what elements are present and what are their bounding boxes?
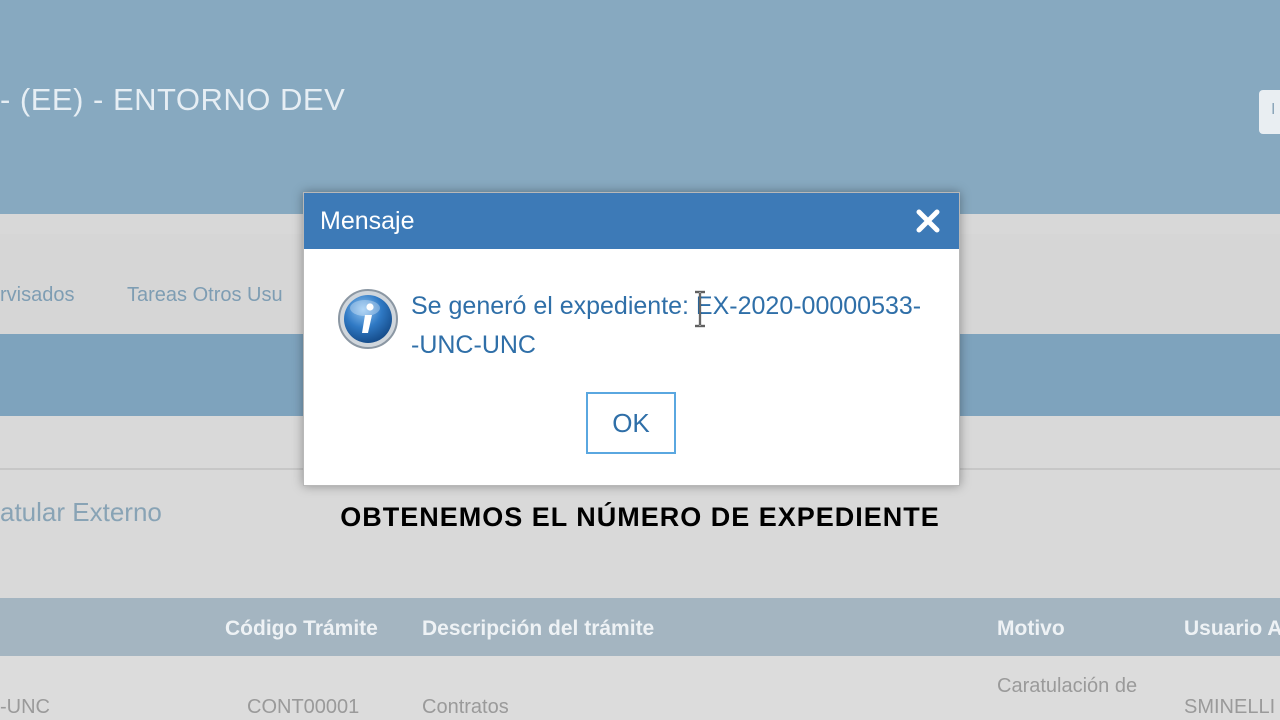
- close-button[interactable]: [910, 203, 946, 239]
- column-header-usuario[interactable]: Usuario A: [1184, 617, 1280, 641]
- text-cursor-icon: [695, 290, 705, 328]
- close-icon[interactable]: [910, 203, 946, 239]
- dialog-message-line-2: -UNC-UNC: [411, 331, 536, 359]
- table-header: Código Trámite Descripción del trámite M…: [0, 598, 1280, 656]
- dialog-titlebar[interactable]: Mensaje: [304, 193, 959, 249]
- dialog-title: Mensaje: [320, 207, 415, 235]
- ok-button[interactable]: OK: [586, 392, 676, 454]
- column-header-codigo[interactable]: Código Trámite: [225, 617, 378, 641]
- column-header-motivo[interactable]: Motivo: [997, 617, 1065, 641]
- table-row[interactable]: -UNC CONT00001 Contratos Caratulación de…: [0, 656, 1280, 720]
- dialog-message-line-1: Se generó el expediente: EX-2020-0000053…: [411, 292, 922, 320]
- cell-motivo: Caratulación de: [997, 675, 1138, 697]
- info-icon: [338, 289, 398, 349]
- app-header: - (EE) - ENTORNO DEV I: [0, 0, 1280, 214]
- message-dialog: Mensaje Se generó el expediente: EX-2020…: [303, 192, 960, 486]
- cell-usuario: SMINELLI: [1184, 696, 1276, 718]
- dialog-message: Se generó el expediente: EX-2020-0000053…: [411, 287, 931, 365]
- cell-expediente: -UNC: [0, 696, 50, 718]
- cell-descripcion: Contratos: [422, 696, 509, 718]
- app-title: - (EE) - ENTORNO DEV: [0, 82, 346, 117]
- tab-tareas-otros-usuarios[interactable]: Tareas Otros Usu: [127, 284, 283, 307]
- column-header-descripcion[interactable]: Descripción del trámite: [422, 617, 654, 641]
- tab-supervisados[interactable]: rvisados: [0, 284, 74, 307]
- header-button-label: I: [1271, 101, 1276, 118]
- header-button[interactable]: I: [1259, 90, 1280, 134]
- cell-codigo: CONT00001: [247, 696, 360, 718]
- video-caption: OBTENEMOS EL NÚMERO DE EXPEDIENTE: [340, 502, 940, 532]
